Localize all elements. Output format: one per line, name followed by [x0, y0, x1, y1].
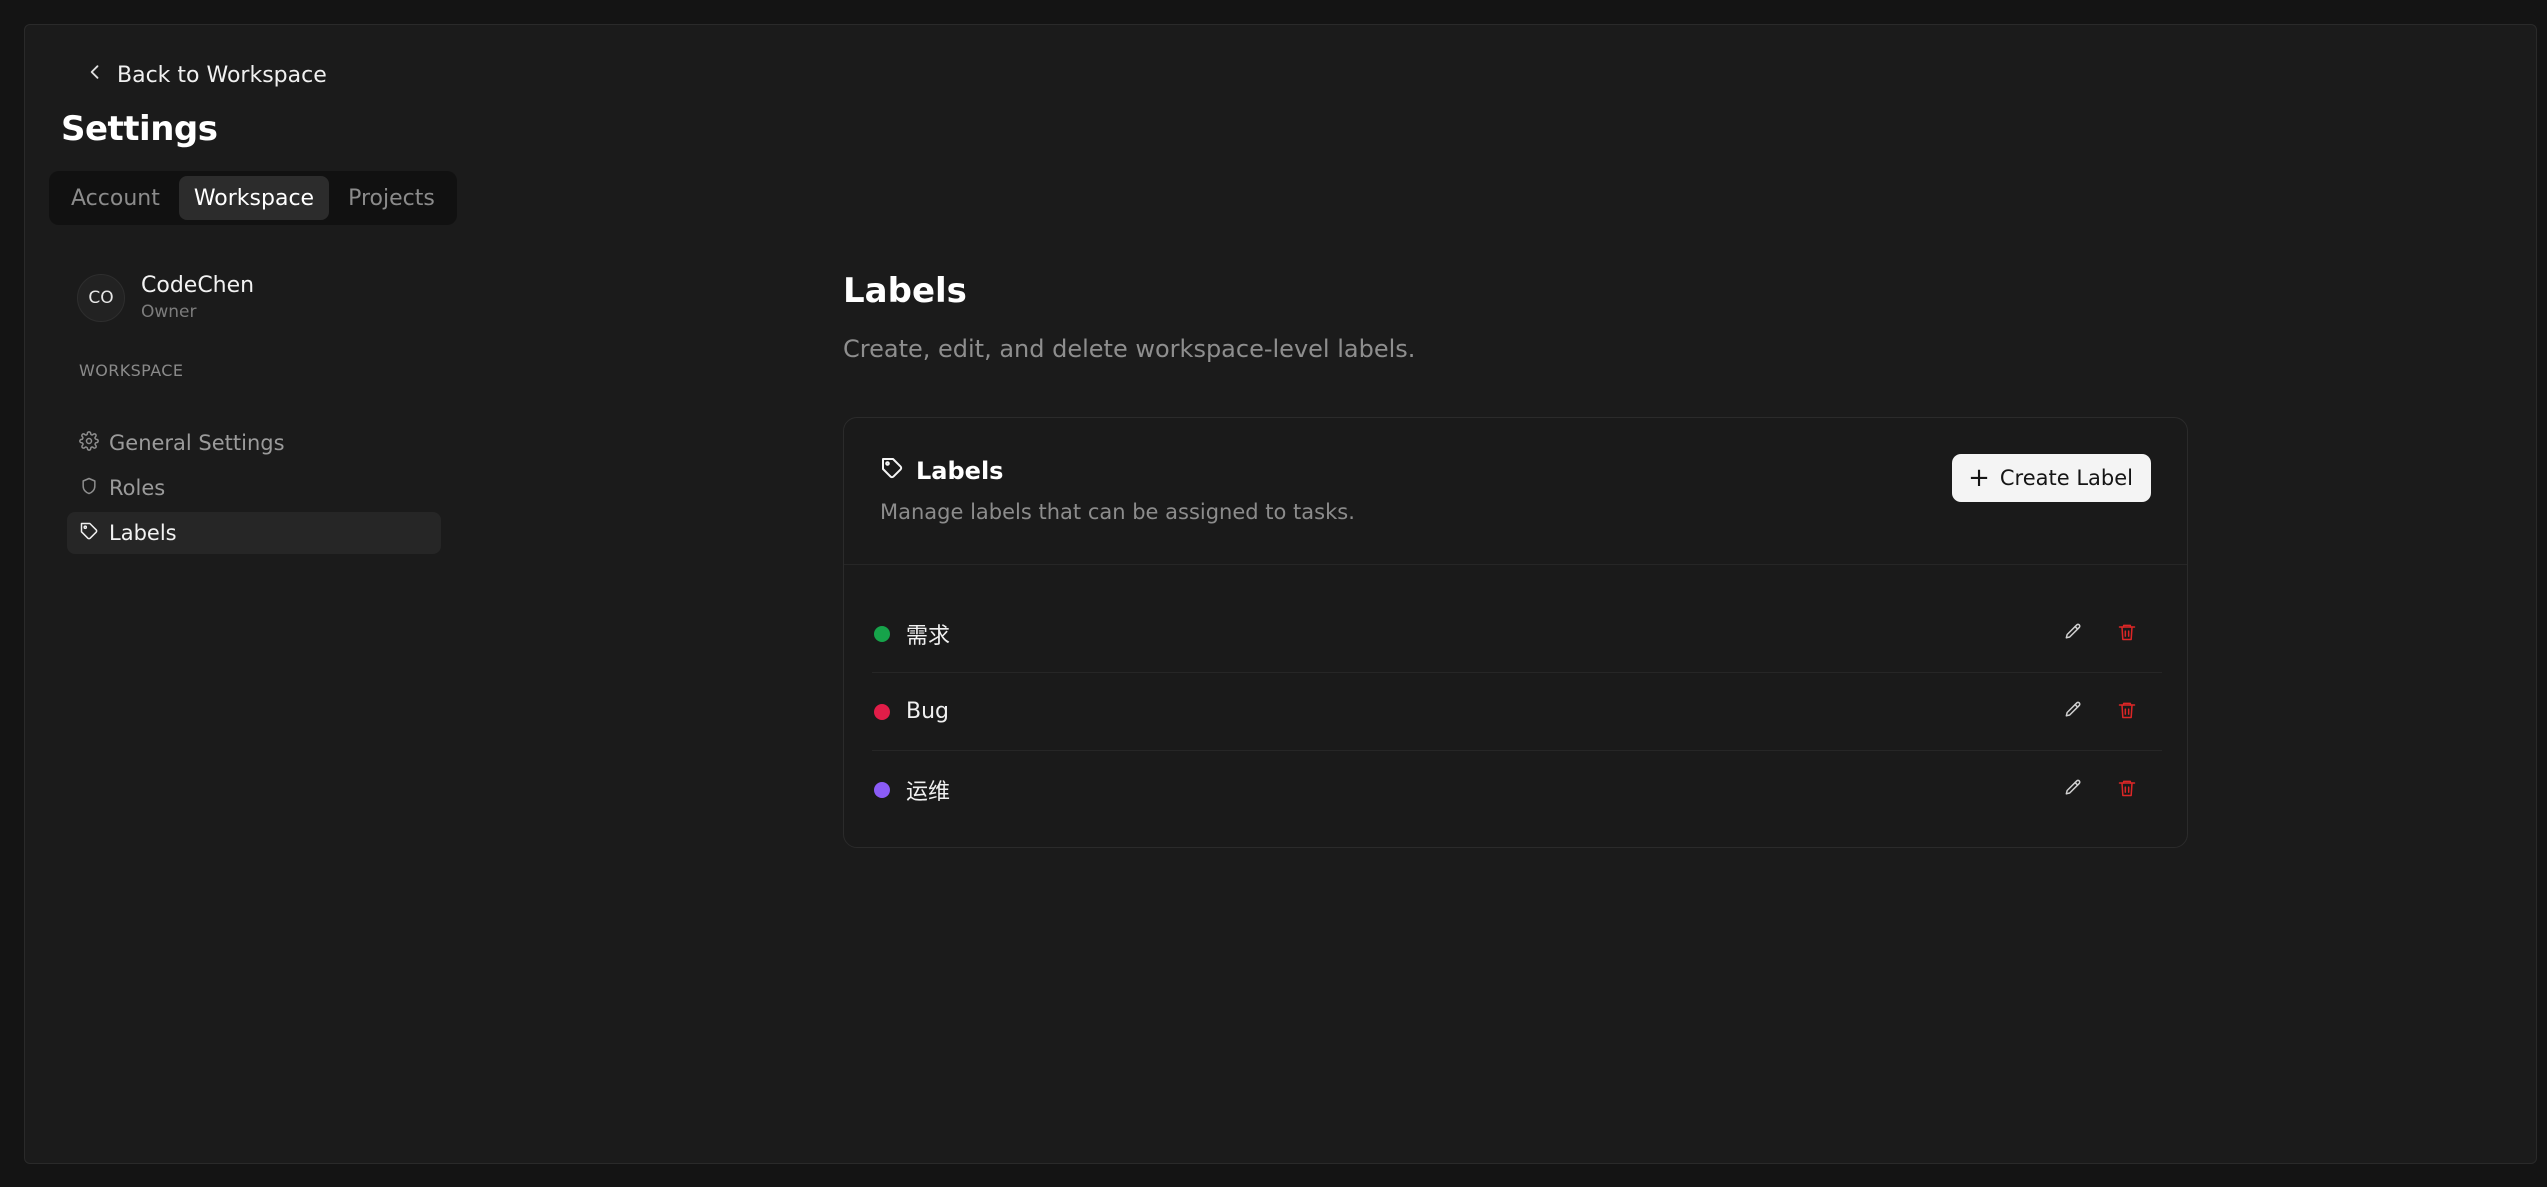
tab-projects[interactable]: Projects: [333, 176, 450, 220]
label-color-dot: [874, 703, 890, 720]
sidebar-item-roles[interactable]: Roles: [67, 467, 441, 509]
chevron-left-icon: [85, 62, 105, 88]
pencil-icon: [2063, 778, 2083, 802]
avatar: CO: [77, 273, 125, 322]
pencil-icon: [2063, 622, 2083, 646]
section-description: Create, edit, and delete workspace-level…: [843, 335, 1416, 363]
tab-workspace[interactable]: Workspace: [178, 176, 330, 220]
trash-icon: [2117, 778, 2137, 802]
card-title: Labels: [880, 456, 1003, 486]
trash-icon: [2117, 622, 2137, 646]
settings-window: Back to Workspace Settings Account Works…: [24, 24, 2537, 1164]
shield-icon: [79, 476, 99, 501]
labels-card: Labels Manage labels that can be assigne…: [843, 417, 2188, 848]
user-card: CO CodeChen Owner: [77, 273, 254, 322]
edit-label-button[interactable]: [2056, 773, 2090, 807]
trash-icon: [2117, 700, 2137, 724]
create-label-text: Create Label: [1999, 466, 2133, 490]
labels-card-header: Labels Manage labels that can be assigne…: [844, 418, 2187, 565]
page-title: Settings: [61, 109, 218, 149]
sidebar-section-heading: WORKSPACE: [79, 361, 184, 380]
labels-list: 需求 Bug 运维: [872, 595, 2162, 829]
label-name: 需求: [906, 623, 951, 649]
edit-label-button[interactable]: [2056, 617, 2090, 651]
delete-label-button[interactable]: [2110, 773, 2144, 807]
back-label: Back to Workspace: [117, 62, 327, 88]
user-role: Owner: [141, 302, 197, 322]
label-color-dot: [874, 782, 890, 798]
tag-icon: [79, 521, 99, 546]
label-color-dot: [874, 625, 890, 642]
sidebar-item-label: Roles: [109, 476, 166, 500]
create-label-button[interactable]: + Create Label: [1952, 454, 2151, 502]
section-title: Labels: [843, 271, 967, 311]
sidebar-item-label: General Settings: [109, 431, 285, 455]
pencil-icon: [2063, 700, 2083, 724]
tag-icon: [880, 456, 904, 486]
tab-account[interactable]: Account: [56, 176, 175, 220]
label-row: 运维: [872, 751, 2162, 829]
plus-icon: +: [1968, 463, 1990, 493]
label-name: Bug: [906, 699, 950, 724]
delete-label-button[interactable]: [2110, 695, 2144, 729]
user-name: CodeChen: [141, 273, 255, 298]
delete-label-button[interactable]: [2110, 617, 2144, 651]
label-row: Bug: [872, 673, 2162, 751]
sidebar-item-general-settings[interactable]: General Settings: [67, 422, 441, 464]
sidebar-nav: General Settings Roles Labels: [67, 422, 441, 557]
sidebar-item-labels[interactable]: Labels: [67, 512, 441, 554]
edit-label-button[interactable]: [2056, 695, 2090, 729]
label-row: 需求: [872, 595, 2162, 673]
card-subtitle: Manage labels that can be assigned to ta…: [880, 500, 1355, 524]
sidebar-item-label: Labels: [109, 521, 177, 545]
card-title-text: Labels: [916, 457, 1004, 485]
gear-icon: [79, 430, 99, 456]
label-name: 运维: [906, 780, 951, 805]
settings-tabs: Account Workspace Projects: [49, 171, 457, 225]
back-to-workspace-link[interactable]: Back to Workspace: [69, 53, 343, 97]
